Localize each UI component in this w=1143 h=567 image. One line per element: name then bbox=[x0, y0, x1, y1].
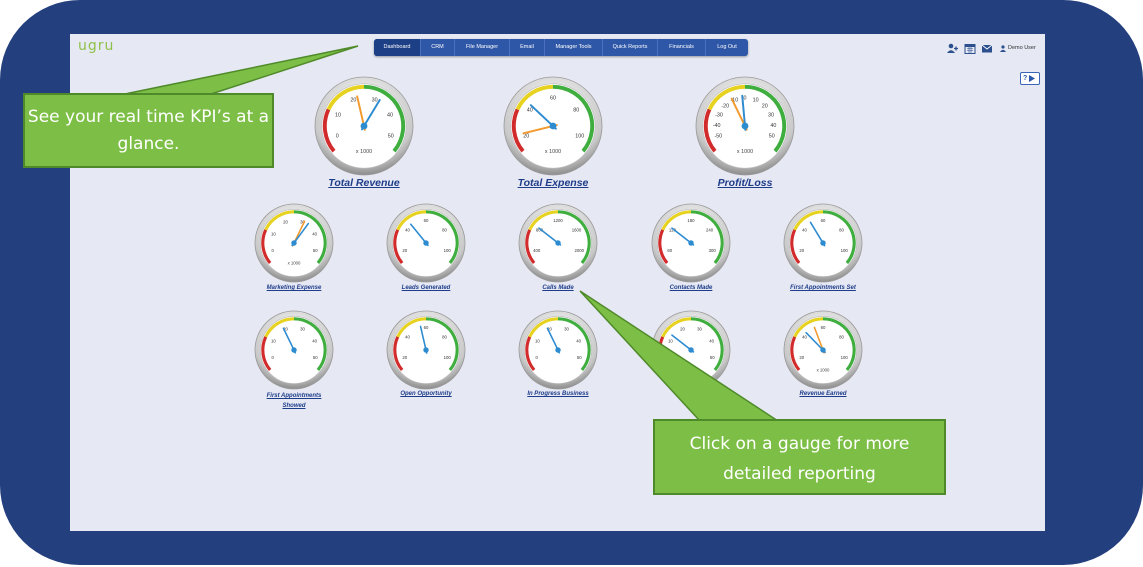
callout-arrows bbox=[119, 45, 781, 422]
kpi-callout: See your real time KPI’s at a glance. bbox=[23, 93, 274, 168]
kpi-callout-arrow bbox=[119, 45, 359, 97]
gauge-callout-text: Click on a gauge for more detailed repor… bbox=[689, 434, 910, 484]
gauge-callout: Click on a gauge for more detailed repor… bbox=[653, 419, 946, 495]
kpi-callout-text: See your real time KPI’s at a glance. bbox=[27, 107, 270, 154]
gauge-callout-arrow bbox=[579, 290, 781, 422]
